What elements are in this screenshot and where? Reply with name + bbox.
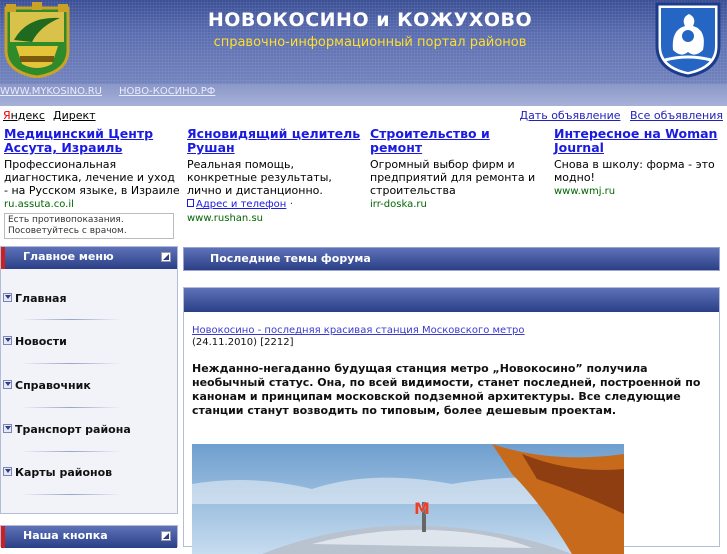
- ad-warning: Есть противопоказания. Посоветуйтесь с в…: [4, 213, 174, 239]
- ad-block-rushan: Ясновидящий целитель Рушан Реальная помо…: [187, 127, 363, 225]
- metro-sign: М: [414, 499, 430, 518]
- ad-text: Огромный выбор фирм и предприятий для ре…: [370, 158, 536, 197]
- main-menu-header: Главное меню: [1, 247, 177, 269]
- ad-contact-link[interactable]: Адрес и телефон: [196, 199, 286, 210]
- forum-topics-title: Последние темы форума: [210, 252, 371, 265]
- arrow-down-icon: [3, 380, 12, 389]
- ad-url[interactable]: ru.assuta.co.il: [4, 199, 74, 210]
- district-crest-right-icon: [655, 2, 721, 78]
- novo-kosino-link[interactable]: НОВО-КОСИНО.РФ: [119, 86, 215, 97]
- site-header: НОВОКОСИНО и КОЖУХОВО справочно-информац…: [0, 0, 727, 84]
- ad-block-assuta: Медицинский Центр Ассута, Израиль Профес…: [4, 127, 180, 239]
- our-button-panel: Наша кнопка: [0, 525, 178, 548]
- site-subtitle: справочно-информационный портал районов: [213, 35, 527, 50]
- ad-title[interactable]: Интересное на Woman Journal: [554, 127, 724, 155]
- ad-title[interactable]: Строительство и ремонт: [370, 127, 546, 155]
- arrow-down-icon: [3, 293, 12, 302]
- metro-station-photo: [192, 444, 624, 554]
- arrow-down-icon: [3, 424, 12, 433]
- collapse-icon[interactable]: [161, 531, 171, 541]
- yandex-direct-bar: Яндекс Директ Дать объявление Все объявл…: [0, 108, 727, 124]
- article-body: Нежданно-негаданно будущая станция метро…: [192, 362, 701, 417]
- ad-url[interactable]: irr-doska.ru: [370, 199, 427, 210]
- main-menu-panel: Главное меню Главная Новости Справочник …: [0, 246, 178, 514]
- ad-text: Реальная помощь, конкретные результаты, …: [187, 158, 332, 197]
- ad-url[interactable]: www.wmj.ru: [554, 186, 615, 197]
- all-ads-link[interactable]: Все объявления: [630, 109, 723, 122]
- yandex-link[interactable]: Яндекс: [3, 109, 45, 122]
- ad-block-construction: Строительство и ремонт Огромный выбор фи…: [370, 127, 546, 211]
- mykosino-link[interactable]: WWW.MYKOSINO.RU: [0, 86, 102, 97]
- menu-item-maps[interactable]: Карты районов: [3, 466, 112, 479]
- ad-text: Профессиональная диагностика, лечение и …: [4, 158, 180, 197]
- contact-icon: [187, 199, 194, 207]
- ad-actions: Дать объявление Все объявления: [513, 109, 723, 122]
- our-button-title: Наша кнопка: [23, 529, 108, 542]
- main-menu-title: Главное меню: [23, 250, 114, 263]
- ad-block-woman-journal: Интересное на Woman Journal Снова в школ…: [554, 127, 724, 198]
- ad-title[interactable]: Медицинский Центр Ассута, Израиль: [4, 127, 180, 155]
- ad-text: Снова в школу: форма - это модно!: [554, 158, 715, 184]
- collapse-icon[interactable]: [161, 252, 171, 262]
- menu-item-news[interactable]: Новости: [3, 335, 67, 348]
- menu-item-transport[interactable]: Транспорт района: [3, 423, 131, 436]
- arrow-down-icon: [3, 467, 12, 476]
- menu-item-directory[interactable]: Справочник: [3, 379, 91, 392]
- district-crest-left-icon: [4, 2, 70, 78]
- ad-url[interactable]: www.rushan.su: [187, 213, 263, 224]
- ad-title[interactable]: Ясновидящий целитель Рушан: [187, 127, 363, 155]
- post-ad-link[interactable]: Дать объявление: [519, 109, 620, 122]
- arrow-down-icon: [3, 336, 12, 345]
- site-links-bar: WWW.MYKOSINO.RU НОВО-КОСИНО.РФ: [0, 84, 727, 106]
- article-title-link[interactable]: Новокосино - последняя красивая станция …: [192, 325, 525, 336]
- menu-item-home[interactable]: Главная: [3, 292, 67, 305]
- article-meta: (24.11.2010) [2212]: [192, 337, 294, 348]
- forum-topics-header: Последние темы форума: [183, 247, 720, 271]
- site-title: НОВОКОСИНО и КОЖУХОВО: [207, 9, 533, 31]
- direct-link[interactable]: Директ: [53, 109, 96, 122]
- news-panel-header: [184, 288, 719, 312]
- news-panel: Новокосино - последняя красивая станция …: [183, 287, 720, 554]
